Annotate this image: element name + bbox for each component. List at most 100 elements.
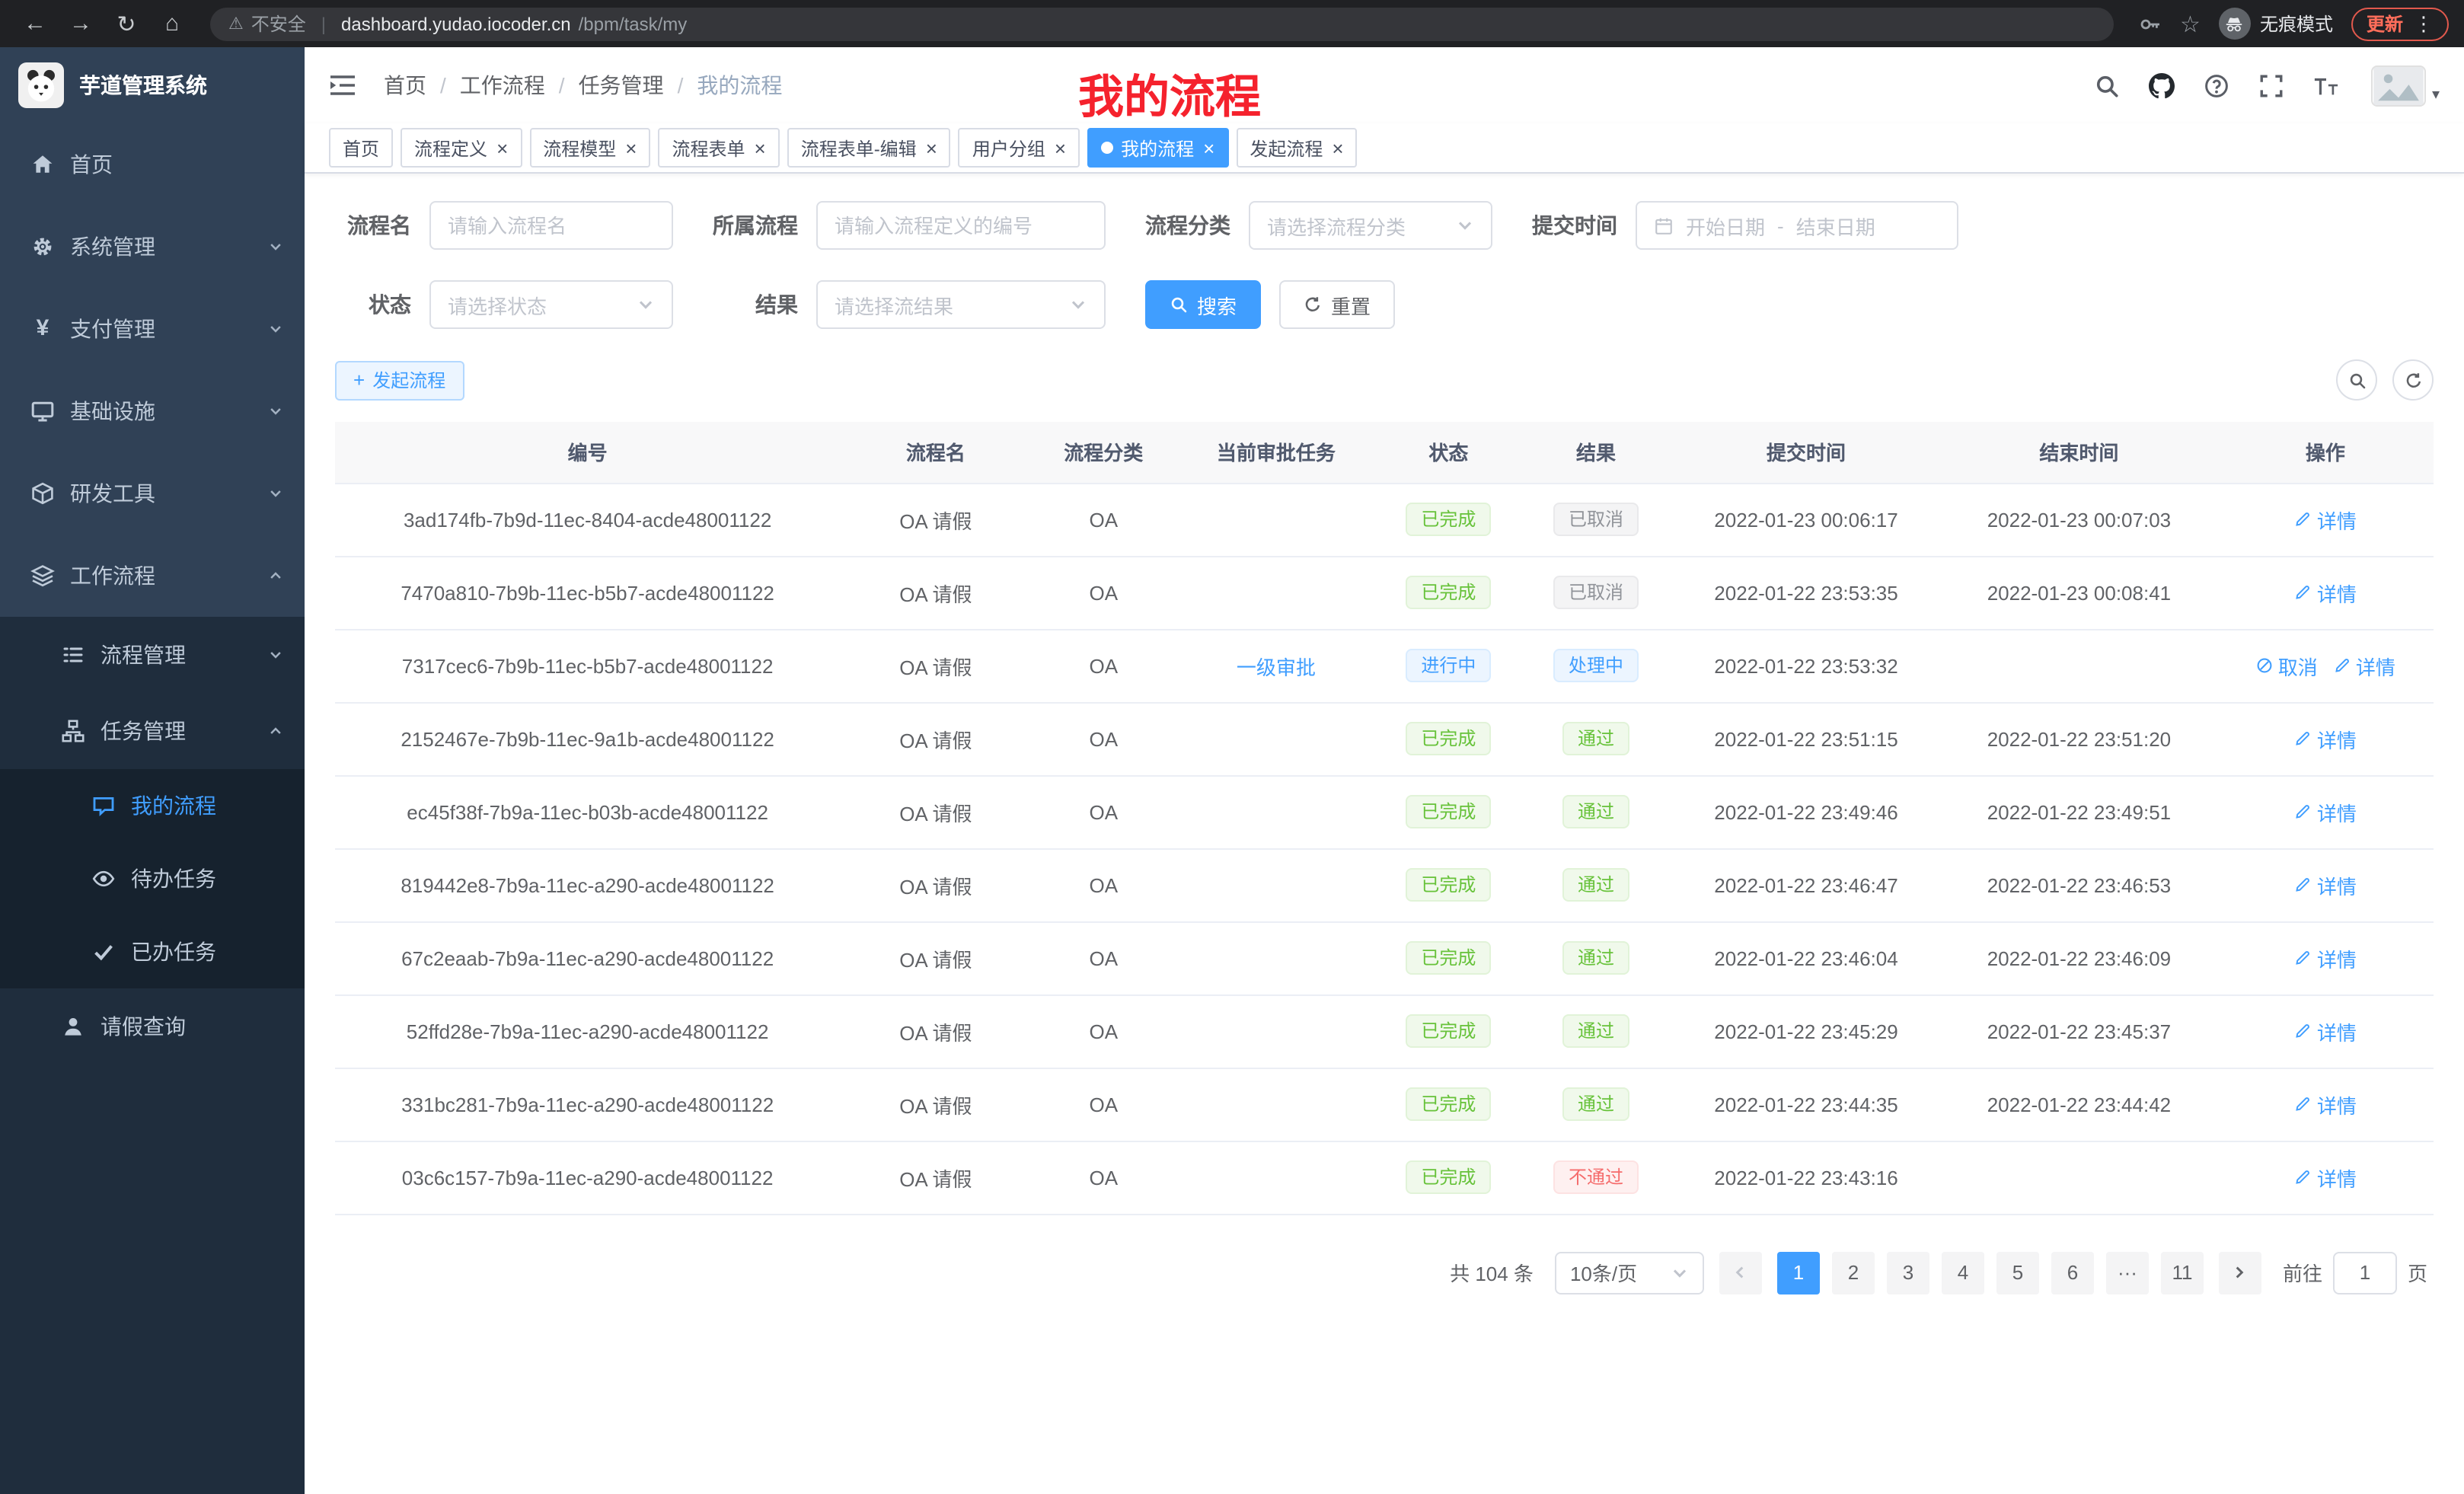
sidebar-item-done-tasks[interactable]: 已办任务 [0, 915, 305, 988]
app-logo[interactable]: 芋道管理系统 [0, 47, 305, 123]
status-tag: 已完成 [1406, 1014, 1491, 1048]
close-icon[interactable]: × [1055, 138, 1066, 158]
detail-link[interactable]: 详情 [2294, 1090, 2357, 1119]
close-icon[interactable]: × [755, 138, 766, 158]
close-icon[interactable]: × [926, 138, 937, 158]
tab-process-model[interactable]: 流程模型 × [529, 128, 650, 168]
cell-end-time [1941, 1141, 2217, 1214]
app-frame: 芋道管理系统 首页 系统管理 ¥ 支付管理 基础设施 研发工具 工作流程 流程管… [0, 47, 2464, 1494]
chevron-down-icon [637, 295, 655, 314]
github-icon[interactable] [2149, 72, 2175, 98]
close-icon[interactable]: × [625, 138, 637, 158]
home-icon[interactable]: ⌂ [152, 4, 192, 43]
tab-process-form[interactable]: 流程表单 × [658, 128, 779, 168]
close-icon[interactable]: × [1203, 138, 1214, 158]
sidebar-item-task-management[interactable]: 任务管理 [0, 693, 305, 769]
page-size-select[interactable]: 10条/页 [1555, 1251, 1704, 1294]
tab-user-group[interactable]: 用户分组 × [959, 128, 1080, 168]
create-process-button[interactable]: + 发起流程 [335, 360, 464, 400]
sidebar-item-process-management[interactable]: 流程管理 [0, 617, 305, 693]
reload-icon[interactable]: ↻ [107, 4, 146, 43]
breadcrumb-item[interactable]: 工作流程 [460, 70, 545, 101]
table-toolbar: + 发起流程 [335, 359, 2434, 401]
breadcrumb-item[interactable]: 首页 [384, 70, 426, 101]
close-icon[interactable]: × [1332, 138, 1343, 158]
page-more-button[interactable]: ··· [2106, 1251, 2149, 1294]
tab-process-definition[interactable]: 流程定义 × [401, 128, 522, 168]
page-button[interactable]: 11 [2161, 1251, 2204, 1294]
page-button[interactable]: 2 [1832, 1251, 1875, 1294]
topbar-icons: ▾ [2094, 65, 2440, 106]
toggle-search-button[interactable] [2336, 359, 2377, 401]
forward-icon[interactable]: → [61, 4, 101, 43]
fullscreen-icon[interactable] [2258, 72, 2284, 98]
sidebar-item-my-process[interactable]: 我的流程 [0, 769, 305, 842]
search-icon[interactable] [2094, 72, 2120, 98]
detail-link[interactable]: 详情 [2294, 724, 2357, 753]
user-avatar[interactable]: ▾ [2371, 65, 2440, 106]
goto-page-input[interactable] [2333, 1251, 2397, 1294]
sidebar-item-leave-query[interactable]: 请假查询 [0, 988, 305, 1065]
cell-submit-time: 2022-01-22 23:49:46 [1671, 775, 1941, 848]
search-button[interactable]: 搜索 [1145, 280, 1261, 329]
prev-page-button[interactable] [1719, 1251, 1762, 1294]
cell-status: 已完成 [1377, 702, 1521, 775]
status-select[interactable]: 请选择状态 [429, 280, 673, 329]
cell-actions: 详情 [2217, 1068, 2434, 1141]
detail-link[interactable]: 详情 [2294, 578, 2357, 607]
security-label[interactable]: 不安全 [251, 11, 306, 37]
page-button[interactable]: 5 [1996, 1251, 2039, 1294]
detail-link[interactable]: 详情 [2333, 651, 2395, 680]
tab-start-process[interactable]: 发起流程 × [1236, 128, 1357, 168]
tab-home[interactable]: 首页 [329, 128, 393, 168]
address-bar[interactable]: ⚠ 不安全 | dashboard.yudao.iocoder.cn/bpm/t… [210, 7, 2113, 40]
sidebar-item-workflow[interactable]: 工作流程 [0, 535, 305, 617]
sidebar-item-infrastructure[interactable]: 基础设施 [0, 370, 305, 452]
warning-icon: ⚠ [228, 14, 244, 34]
kebab-menu-icon[interactable]: ⋮ [2414, 11, 2434, 36]
result-select[interactable]: 请选择流结果 [816, 280, 1106, 329]
page-button[interactable]: 6 [2051, 1251, 2094, 1294]
star-icon[interactable]: ☆ [2180, 10, 2201, 37]
key-icon[interactable] [2137, 11, 2162, 36]
help-icon[interactable] [2204, 72, 2229, 98]
sidebar-item-payment[interactable]: ¥ 支付管理 [0, 288, 305, 370]
fontsize-icon[interactable] [2313, 72, 2339, 98]
back-icon[interactable]: ← [15, 4, 55, 43]
sidebar-item-system[interactable]: 系统管理 [0, 206, 305, 288]
sidebar-item-home[interactable]: 首页 [0, 123, 305, 206]
table-row: 52ffd28e-7b9a-11ec-a290-acde48001122 OA … [335, 994, 2434, 1068]
cell-status: 已完成 [1377, 1068, 1521, 1141]
page-button[interactable]: 4 [1942, 1251, 1984, 1294]
cell-category: OA [1032, 556, 1176, 629]
page-button[interactable]: 1 [1777, 1251, 1820, 1294]
detail-link[interactable]: 详情 [2294, 1017, 2357, 1045]
refresh-table-button[interactable] [2392, 359, 2434, 401]
page-button[interactable]: 3 [1887, 1251, 1929, 1294]
close-icon[interactable]: × [496, 138, 508, 158]
cell-id: 52ffd28e-7b9a-11ec-a290-acde48001122 [335, 994, 840, 1068]
category-select[interactable]: 请选择流程分类 [1249, 201, 1492, 250]
sidebar-item-devtools[interactable]: 研发工具 [0, 452, 305, 535]
process-name-input[interactable] [429, 201, 673, 250]
detail-link[interactable]: 详情 [2294, 870, 2357, 899]
hamburger-icon[interactable] [329, 75, 356, 96]
detail-link[interactable]: 详情 [2294, 1163, 2357, 1192]
detail-link[interactable]: 详情 [2294, 505, 2357, 534]
list-icon [61, 643, 85, 667]
reset-button[interactable]: 重置 [1279, 280, 1395, 329]
cell-current-task [1176, 775, 1377, 848]
next-page-button[interactable] [2219, 1251, 2261, 1294]
detail-link[interactable]: 详情 [2294, 943, 2357, 972]
update-button[interactable]: 更新 ⋮ [2351, 7, 2449, 40]
cancel-link[interactable]: 取消 [2255, 651, 2318, 680]
breadcrumb-item[interactable]: 任务管理 [579, 70, 664, 101]
detail-link[interactable]: 详情 [2294, 797, 2357, 826]
tab-process-form-edit[interactable]: 流程表单-编辑 × [787, 128, 951, 168]
submit-time-range[interactable]: 开始日期 - 结束日期 [1636, 201, 1958, 250]
sidebar-item-todo-tasks[interactable]: 待办任务 [0, 842, 305, 915]
current-task-link[interactable]: 一级审批 [1237, 651, 1316, 680]
tab-my-process[interactable]: 我的流程 × [1087, 128, 1228, 168]
process-def-input[interactable] [816, 201, 1106, 250]
cell-status: 已完成 [1377, 994, 1521, 1068]
